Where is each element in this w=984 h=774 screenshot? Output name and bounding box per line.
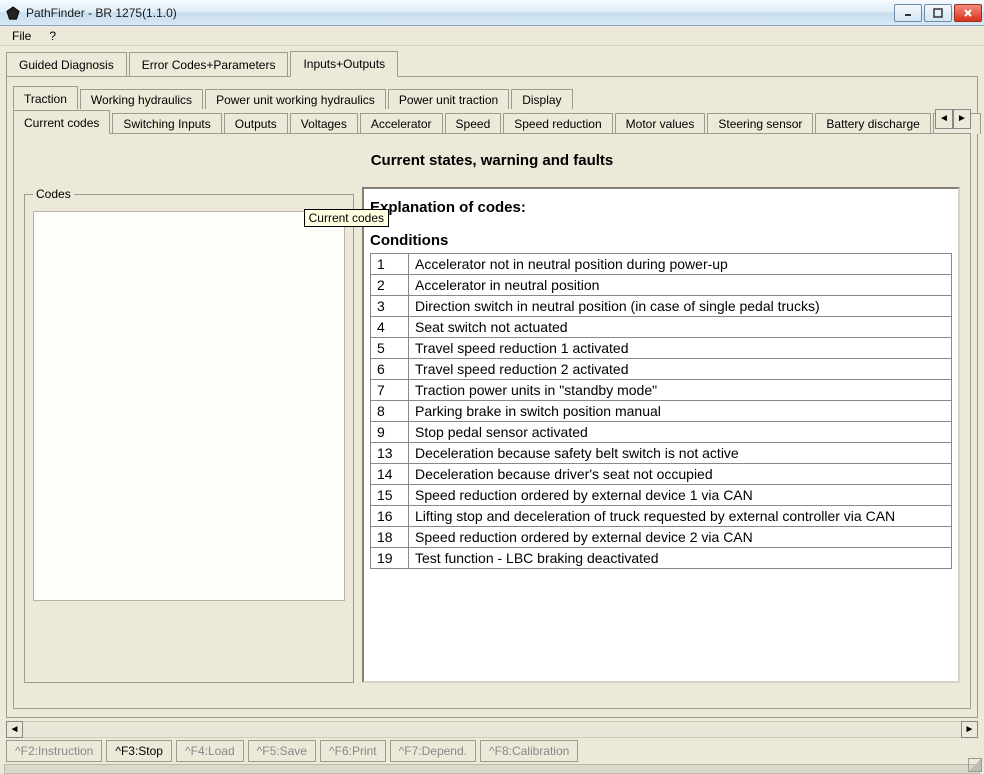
condition-number: 14 bbox=[371, 464, 409, 485]
condition-number: 15 bbox=[371, 485, 409, 506]
tab-battery-discharge[interactable]: Battery discharge bbox=[815, 113, 930, 134]
codes-listbox[interactable] bbox=[33, 211, 345, 601]
condition-text: Deceleration because safety belt switch … bbox=[409, 443, 952, 464]
explanation-heading: Explanation of codes: bbox=[370, 199, 952, 216]
tab-inputs-outputs[interactable]: Inputs+Outputs bbox=[290, 51, 398, 77]
tab-display[interactable]: Display bbox=[511, 89, 572, 110]
condition-number: 5 bbox=[371, 338, 409, 359]
f3-stop-button[interactable]: ^F3:Stop bbox=[106, 740, 172, 762]
condition-text: Traction power units in "standby mode" bbox=[409, 380, 952, 401]
f8-calibration-button[interactable]: ^F8:Calibration bbox=[480, 740, 578, 762]
window-titlebar: PathFinder - BR 1275(1.1.0) bbox=[0, 0, 984, 26]
codes-groupbox: Codes Current codes bbox=[24, 187, 354, 683]
condition-number: 8 bbox=[371, 401, 409, 422]
status-strip bbox=[4, 764, 980, 774]
condition-text: Seat switch not actuated bbox=[409, 317, 952, 338]
condition-number: 3 bbox=[371, 296, 409, 317]
condition-text: Accelerator not in neutral position duri… bbox=[409, 254, 952, 275]
tab-traction[interactable]: Traction bbox=[13, 86, 78, 110]
condition-text: Deceleration because driver's seat not o… bbox=[409, 464, 952, 485]
condition-number: 7 bbox=[371, 380, 409, 401]
codes-legend: Codes bbox=[33, 187, 74, 201]
horizontal-scrollbar[interactable]: ◄ ► bbox=[6, 721, 978, 738]
table-row: 7Traction power units in "standby mode" bbox=[371, 380, 952, 401]
f4-load-button[interactable]: ^F4:Load bbox=[176, 740, 244, 762]
f7-depend-button[interactable]: ^F7:Depend. bbox=[390, 740, 476, 762]
tab-error-codes-params[interactable]: Error Codes+Parameters bbox=[129, 52, 289, 77]
tooltip-current-codes: Current codes bbox=[304, 209, 389, 227]
hscroll-right-button[interactable]: ► bbox=[961, 721, 978, 738]
table-row: 19Test function - LBC braking deactivate… bbox=[371, 548, 952, 569]
resize-grip-icon[interactable] bbox=[968, 758, 982, 772]
tab-outputs[interactable]: Outputs bbox=[224, 113, 288, 134]
condition-text: Stop pedal sensor activated bbox=[409, 422, 952, 443]
table-row: 18Speed reduction ordered by external de… bbox=[371, 527, 952, 548]
menu-help[interactable]: ? bbox=[41, 27, 64, 45]
condition-text: Test function - LBC braking deactivated bbox=[409, 548, 952, 569]
condition-text: Direction switch in neutral position (in… bbox=[409, 296, 952, 317]
tab-current-codes[interactable]: Current codes bbox=[13, 110, 110, 134]
tab-working-hydraulics[interactable]: Working hydraulics bbox=[80, 89, 203, 110]
condition-number: 16 bbox=[371, 506, 409, 527]
menu-file[interactable]: File bbox=[4, 27, 39, 45]
table-row: 9Stop pedal sensor activated bbox=[371, 422, 952, 443]
condition-number: 4 bbox=[371, 317, 409, 338]
condition-number: 2 bbox=[371, 275, 409, 296]
condition-text: Speed reduction ordered by external devi… bbox=[409, 527, 952, 548]
condition-number: 9 bbox=[371, 422, 409, 443]
window-title: PathFinder - BR 1275(1.1.0) bbox=[26, 6, 177, 20]
tab-steering-sensor[interactable]: Steering sensor bbox=[707, 113, 813, 134]
app-icon bbox=[6, 6, 20, 20]
condition-text: Speed reduction ordered by external devi… bbox=[409, 485, 952, 506]
condition-text: Parking brake in switch position manual bbox=[409, 401, 952, 422]
conditions-table: 1Accelerator not in neutral position dur… bbox=[370, 253, 952, 569]
condition-text: Accelerator in neutral position bbox=[409, 275, 952, 296]
tab-guided-diagnosis[interactable]: Guided Diagnosis bbox=[6, 52, 127, 77]
table-row: 15Speed reduction ordered by external de… bbox=[371, 485, 952, 506]
table-row: 14Deceleration because driver's seat not… bbox=[371, 464, 952, 485]
condition-number: 18 bbox=[371, 527, 409, 548]
tab-pu-traction[interactable]: Power unit traction bbox=[388, 89, 509, 110]
condition-text: Lifting stop and deceleration of truck r… bbox=[409, 506, 952, 527]
tab-speed-reduction[interactable]: Speed reduction bbox=[503, 113, 612, 134]
explanation-panel[interactable]: Explanation of codes: Conditions 1Accele… bbox=[362, 187, 960, 683]
tabs-scroll-right-button[interactable]: ► bbox=[953, 109, 971, 129]
minimize-button[interactable] bbox=[894, 4, 922, 22]
hscroll-left-button[interactable]: ◄ bbox=[6, 721, 23, 738]
table-row: 6Travel speed reduction 2 activated bbox=[371, 359, 952, 380]
hscroll-track[interactable] bbox=[23, 721, 961, 738]
f2-instruction-button[interactable]: ^F2:Instruction bbox=[6, 740, 102, 762]
table-row: 2Accelerator in neutral position bbox=[371, 275, 952, 296]
tab-voltages[interactable]: Voltages bbox=[290, 113, 358, 134]
condition-text: Travel speed reduction 1 activated bbox=[409, 338, 952, 359]
table-row: 1Accelerator not in neutral position dur… bbox=[371, 254, 952, 275]
condition-text: Travel speed reduction 2 activated bbox=[409, 359, 952, 380]
tab-motor-values[interactable]: Motor values bbox=[615, 113, 706, 134]
table-row: 5Travel speed reduction 1 activated bbox=[371, 338, 952, 359]
tab-speed[interactable]: Speed bbox=[445, 113, 502, 134]
tabs-scroll-left-button[interactable]: ◄ bbox=[935, 109, 953, 129]
conditions-heading: Conditions bbox=[370, 232, 952, 249]
table-row: 13Deceleration because safety belt switc… bbox=[371, 443, 952, 464]
close-button[interactable] bbox=[954, 4, 982, 22]
f5-save-button[interactable]: ^F5:Save bbox=[248, 740, 316, 762]
maximize-button[interactable] bbox=[924, 4, 952, 22]
table-row: 8Parking brake in switch position manual bbox=[371, 401, 952, 422]
menubar: File ? bbox=[0, 26, 984, 46]
tab-pu-working-hydraulics[interactable]: Power unit working hydraulics bbox=[205, 89, 386, 110]
table-row: 4Seat switch not actuated bbox=[371, 317, 952, 338]
condition-number: 6 bbox=[371, 359, 409, 380]
page-heading: Current states, warning and faults bbox=[18, 152, 966, 169]
condition-number: 13 bbox=[371, 443, 409, 464]
tab-accelerator[interactable]: Accelerator bbox=[360, 113, 443, 134]
condition-number: 19 bbox=[371, 548, 409, 569]
tab-switching-inputs[interactable]: Switching Inputs bbox=[112, 113, 221, 134]
f6-print-button[interactable]: ^F6:Print bbox=[320, 740, 386, 762]
table-row: 16Lifting stop and deceleration of truck… bbox=[371, 506, 952, 527]
condition-number: 1 bbox=[371, 254, 409, 275]
table-row: 3Direction switch in neutral position (i… bbox=[371, 296, 952, 317]
